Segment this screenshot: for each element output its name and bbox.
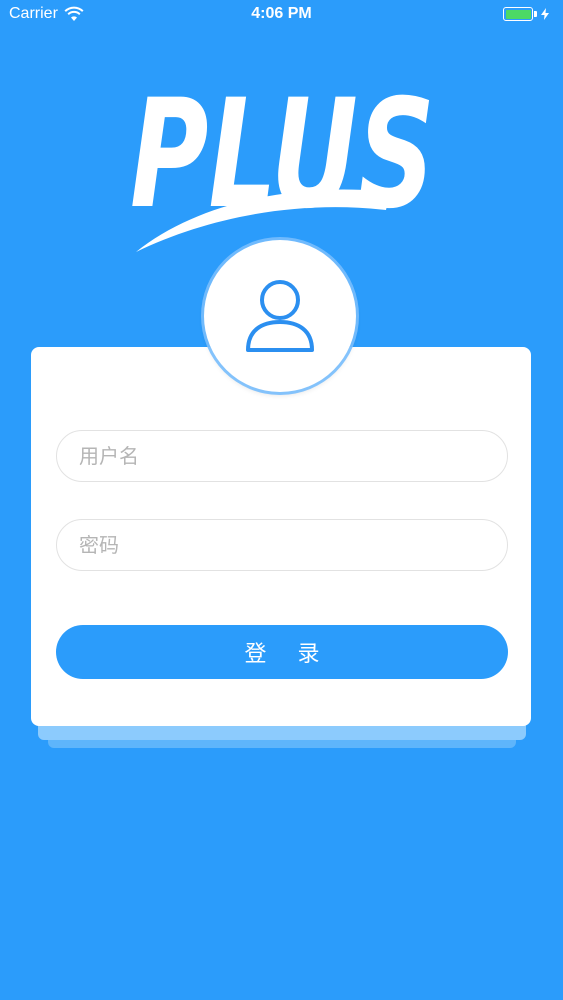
username-field[interactable]: [56, 430, 508, 482]
login-button[interactable]: 登 录: [56, 625, 508, 679]
password-field[interactable]: [56, 519, 508, 571]
username-input[interactable]: [77, 443, 507, 469]
battery-icon: [503, 7, 533, 21]
status-time: 4:06 PM: [251, 5, 312, 22]
charging-bolt-icon: [541, 8, 549, 20]
battery-fill: [505, 9, 531, 19]
password-input[interactable]: [77, 532, 507, 558]
battery-cap: [534, 11, 537, 17]
avatar: [204, 240, 356, 392]
user-icon: [246, 280, 314, 352]
plus-logo: PLUS: [130, 82, 435, 252]
logo-text: PLUS: [130, 82, 435, 242]
status-bar: Carrier 4:06 PM: [0, 0, 563, 30]
battery-indicator: [503, 7, 549, 21]
